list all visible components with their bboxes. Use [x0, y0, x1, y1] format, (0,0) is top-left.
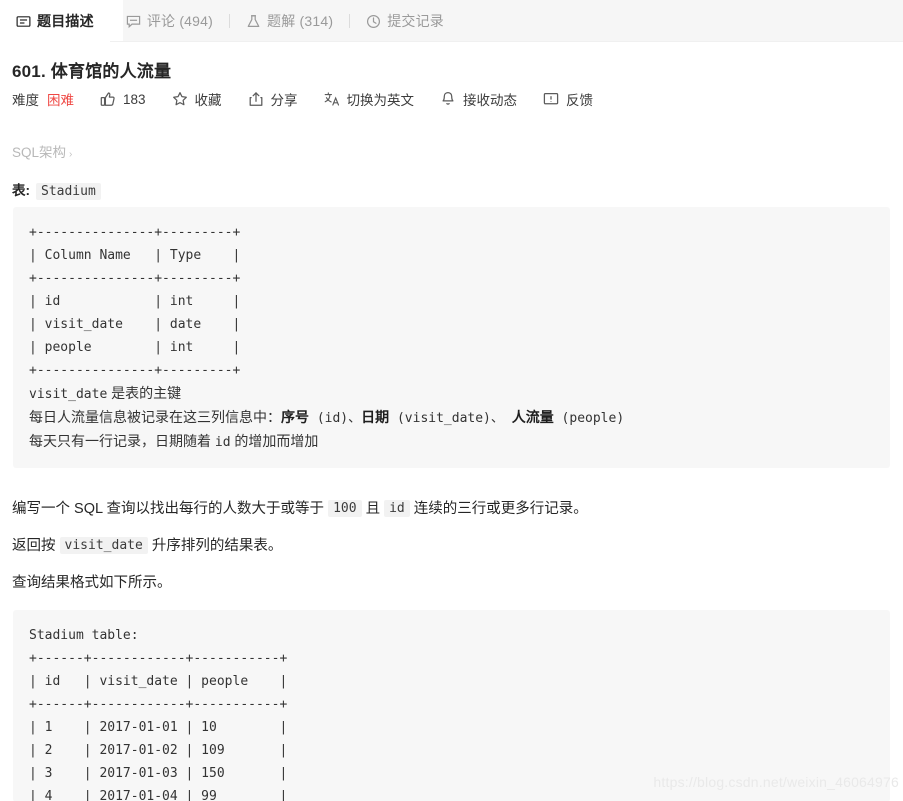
problem-statement-line-3: 查询结果格式如下所示。 — [12, 575, 172, 591]
schema-note-1: visit_date 是表的主键 — [29, 385, 182, 402]
star-icon — [172, 91, 188, 107]
tab-bar: 题目描述 评论 (494) 题解 (314) 提交记录 — [0, 0, 903, 42]
comment-icon — [126, 14, 141, 29]
value-100-code: 100 — [328, 500, 362, 517]
tab-list: 题目描述 评论 (494) 题解 (314) 提交记录 — [0, 0, 460, 42]
schema-code-block: +---------------+---------+ | Column Nam… — [13, 207, 890, 468]
feedback-icon — [543, 91, 559, 107]
schema-note-2: 每日人流量信息被记录在这三列信息中：序号 (id)、日期 (visit_date… — [29, 409, 625, 426]
translate-icon — [324, 91, 340, 107]
thumbs-up-icon — [100, 91, 116, 107]
table-label: 表: Stadium — [12, 179, 101, 200]
feedback-label: 反馈 — [566, 93, 594, 108]
feedback-button[interactable]: 反馈 — [543, 89, 593, 109]
problem-meta-row: 难度 困难 183 收藏 分享 切换为英文 接收动态 反馈 — [12, 88, 593, 110]
share-button[interactable]: 分享 — [248, 89, 298, 109]
tab-solutions[interactable]: 题解 (314) — [230, 0, 349, 42]
problem-page: 题目描述 评论 (494) 题解 (314) 提交记录 601. 体育馆的人流量… — [0, 0, 903, 801]
flask-icon — [246, 14, 261, 29]
difficulty-label: 难度 — [12, 93, 39, 108]
tab-solutions-label: 题解 (314) — [267, 13, 334, 29]
difficulty-badge: 困难 — [47, 93, 74, 108]
sql-schema-label: SQL架构 — [12, 145, 67, 160]
share-label: 分享 — [270, 93, 298, 108]
clock-icon — [366, 14, 381, 29]
subscribe-label: 接收动态 — [463, 93, 518, 108]
visit-date-code: visit_date — [59, 537, 148, 554]
problem-statement-line-1: 编写一个 SQL 查询以找出每行的人数大于或等于 100 且 id 连续的三行或… — [12, 500, 588, 517]
tab-submissions[interactable]: 提交记录 — [350, 0, 460, 42]
tab-comments[interactable]: 评论 (494) — [110, 0, 229, 42]
tab-comments-count: (494) — [179, 13, 213, 29]
id-code: id — [384, 500, 410, 517]
description-icon — [16, 14, 31, 29]
tab-description-label: 题目描述 — [37, 13, 94, 29]
share-icon — [248, 91, 264, 107]
translate-label: 切换为英文 — [346, 93, 415, 108]
tab-description[interactable]: 题目描述 — [0, 0, 110, 42]
table-label-prefix: 表: — [12, 183, 30, 198]
tab-solutions-count: (314) — [299, 13, 334, 29]
like-count: 183 — [123, 91, 146, 107]
schema-ascii-table: +---------------+---------+ | Column Nam… — [29, 225, 241, 378]
example-code-block: Stadium table: +------+------------+----… — [13, 610, 890, 801]
bell-icon — [440, 91, 456, 107]
favorite-button[interactable]: 收藏 — [172, 89, 222, 109]
translate-button[interactable]: 切换为英文 — [324, 89, 415, 109]
favorite-label: 收藏 — [194, 93, 222, 108]
page-title: 601. 体育馆的人流量 — [12, 62, 172, 81]
chevron-right-icon: › — [69, 149, 73, 160]
schema-note-3: 每天只有一行记录，日期随着 id 的增加而增加 — [29, 433, 319, 450]
table-name-code: Stadium — [36, 183, 101, 200]
subscribe-button[interactable]: 接收动态 — [440, 89, 517, 109]
problem-statement-line-2: 返回按 visit_date 升序排列的结果表。 — [12, 537, 283, 554]
sql-schema-link[interactable]: SQL架构 › — [12, 141, 72, 161]
like-button[interactable]: 183 — [100, 91, 146, 107]
tab-submissions-label: 提交记录 — [387, 13, 444, 29]
tab-comments-label: 评论 (494) — [146, 13, 213, 29]
